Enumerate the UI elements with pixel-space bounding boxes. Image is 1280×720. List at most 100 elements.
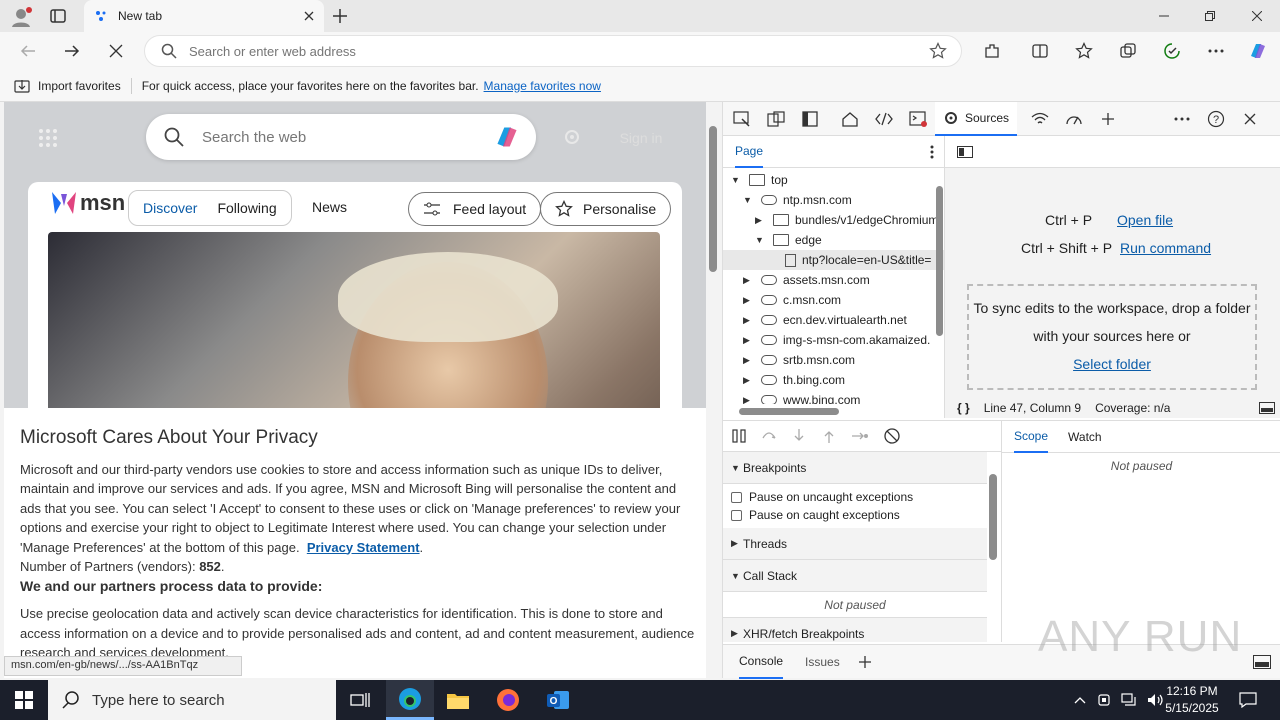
tab-news[interactable]: News	[312, 199, 347, 215]
welcome-home-icon[interactable]	[833, 102, 867, 136]
sign-in-button[interactable]: Sign in	[602, 124, 680, 152]
file-explorer-icon[interactable]	[434, 680, 482, 720]
collapsed-arrow-icon[interactable]: ▶	[743, 295, 755, 306]
outlook-icon[interactable]: O	[534, 680, 582, 720]
tab-discover[interactable]: Discover	[133, 200, 207, 216]
firefox-icon[interactable]	[484, 680, 532, 720]
step-over-icon[interactable]	[761, 428, 777, 444]
collapsed-arrow-icon[interactable]: ▶	[743, 375, 755, 386]
privacy-statement-link[interactable]: Privacy Statement	[307, 540, 420, 555]
tree-item[interactable]: ▶ bundles/v1/edgeChromium	[723, 210, 944, 230]
page-scrollbar-thumb[interactable]	[709, 126, 717, 272]
minimize-button[interactable]	[1141, 0, 1187, 32]
tree-item[interactable]: ▶ www.bing.com	[723, 390, 944, 404]
restore-button[interactable]	[1187, 0, 1233, 32]
pause-caught-option[interactable]: Pause on caught exceptions	[723, 506, 987, 524]
settings-gear-icon[interactable]	[562, 127, 582, 147]
performance-tool-icon[interactable]	[1057, 102, 1091, 136]
expanded-arrow-icon[interactable]: ▼	[755, 235, 767, 245]
tree-item[interactable]: ntp?locale=en-US&title=	[723, 250, 944, 270]
apps-grid-icon[interactable]	[38, 128, 58, 148]
taskbar-clock[interactable]: 12:16 PM 5/15/2025	[1160, 680, 1224, 720]
debugger-scroll-thumb[interactable]	[989, 474, 997, 560]
back-button[interactable]	[10, 33, 46, 69]
address-input[interactable]	[189, 43, 889, 59]
extensions-icon[interactable]	[974, 33, 1010, 69]
sources-tool-tab[interactable]: Sources	[935, 101, 1018, 136]
collapsed-arrow-icon[interactable]: ▶	[755, 215, 767, 226]
new-tab-button[interactable]	[332, 8, 348, 24]
help-icon[interactable]: ?	[1199, 102, 1233, 136]
profile-icon[interactable]	[10, 6, 32, 28]
pause-caught-checkbox[interactable]	[731, 509, 742, 521]
debugger-scrollbar[interactable]	[987, 454, 999, 640]
step-icon[interactable]	[851, 428, 869, 444]
page-scrollbar[interactable]	[706, 102, 720, 678]
close-window-button[interactable]	[1234, 0, 1280, 32]
tab-following[interactable]: Following	[207, 200, 286, 216]
watch-tab[interactable]: Watch	[1068, 430, 1102, 444]
toggle-navigator-icon[interactable]	[957, 145, 973, 158]
tree-item[interactable]: ▶ ecn.dev.virtualearth.net	[723, 310, 944, 330]
dock-drawer-icon[interactable]	[1253, 654, 1271, 669]
forward-button[interactable]	[54, 33, 90, 69]
navigator-more-icon[interactable]	[930, 145, 934, 159]
tray-device-icon[interactable]	[1097, 692, 1111, 708]
edge-taskbar-icon[interactable]	[386, 680, 434, 720]
console-tool-icon[interactable]	[901, 102, 935, 136]
open-file-link[interactable]: Open file	[1117, 212, 1173, 228]
more-options-icon[interactable]	[1198, 33, 1234, 69]
issues-drawer-tab[interactable]: Issues	[805, 655, 840, 669]
breakpoints-section[interactable]: ▼ Breakpoints	[723, 452, 987, 484]
dock-icon[interactable]	[793, 102, 827, 136]
threads-section[interactable]: ▶ Threads	[723, 528, 987, 560]
tree-item[interactable]: ▼ top	[723, 170, 944, 190]
step-out-icon[interactable]	[821, 428, 837, 444]
more-tools-plus-icon[interactable]	[1091, 102, 1125, 136]
tree-item[interactable]: ▼ ntp.msn.com	[723, 190, 944, 210]
tab-new-tab[interactable]: New tab	[84, 0, 324, 32]
collapsed-arrow-icon[interactable]: ▶	[743, 355, 755, 366]
step-into-icon[interactable]	[791, 428, 807, 444]
collapsed-arrow-icon[interactable]: ▶	[743, 395, 755, 405]
tray-chevron-icon[interactable]	[1074, 696, 1086, 704]
select-folder-link[interactable]: Select folder	[969, 350, 1255, 378]
collapsed-arrow-icon[interactable]: ▶	[743, 275, 755, 286]
tree-item[interactable]: ▶ srtb.msn.com	[723, 350, 944, 370]
tree-vscroll-thumb[interactable]	[936, 186, 943, 336]
tree-item[interactable]: ▶ img-s-msn-com.akamaized.	[723, 330, 944, 350]
devtools-more-icon[interactable]	[1165, 102, 1199, 136]
expanded-arrow-icon[interactable]: ▼	[743, 195, 755, 205]
pretty-print-icon[interactable]: { }	[957, 401, 970, 415]
msn-search-box[interactable]: Search the web	[146, 114, 536, 160]
xhr-breakpoints-section[interactable]: ▶ XHR/fetch Breakpoints	[723, 618, 987, 642]
expanded-arrow-icon[interactable]: ▼	[731, 175, 743, 185]
tree-hscrollbar[interactable]	[729, 406, 929, 416]
add-drawer-tab-icon[interactable]	[858, 655, 872, 669]
collapsed-arrow-icon[interactable]: ▶	[743, 315, 755, 326]
close-devtools-icon[interactable]	[1233, 102, 1267, 136]
call-stack-section[interactable]: ▼ Call Stack	[723, 560, 987, 592]
notifications-icon[interactable]	[1228, 680, 1268, 720]
pause-uncaught-option[interactable]: Pause on uncaught exceptions	[723, 488, 987, 506]
task-view-icon[interactable]	[336, 680, 384, 720]
network-icon[interactable]	[1121, 693, 1137, 707]
collapsed-arrow-icon[interactable]: ▶	[743, 335, 755, 346]
tree-item[interactable]: ▶ assets.msn.com	[723, 270, 944, 290]
tree-hscroll-thumb[interactable]	[739, 408, 839, 415]
copilot-icon[interactable]	[1240, 33, 1276, 69]
msn-logo[interactable]: msn	[50, 190, 125, 216]
personalise-button[interactable]: Personalise	[540, 192, 672, 226]
import-favorites-button[interactable]: Import favorites	[38, 79, 121, 93]
console-drawer-tab[interactable]: Console	[739, 645, 784, 679]
collections-icon[interactable]	[1110, 33, 1146, 69]
tree-item[interactable]: ▶ c.msn.com	[723, 290, 944, 310]
copilot-icon[interactable]	[492, 122, 522, 152]
run-command-link[interactable]: Run command	[1120, 240, 1211, 256]
address-bar[interactable]	[144, 35, 962, 67]
device-emulation-icon[interactable]	[759, 102, 793, 136]
tree-item[interactable]: ▶ th.bing.com	[723, 370, 944, 390]
tab-actions-icon[interactable]	[50, 8, 66, 24]
page-tab[interactable]: Page	[735, 136, 764, 168]
feed-layout-button[interactable]: Feed layout	[408, 192, 542, 226]
